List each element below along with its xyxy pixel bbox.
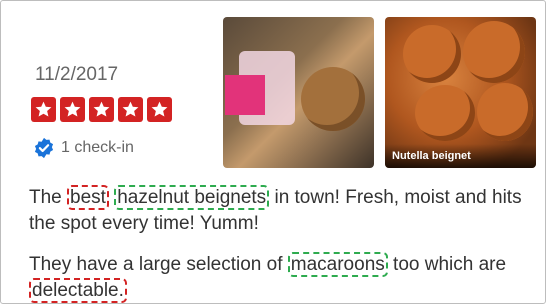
review-card: 11/2/2017 1 check-in Nutella beignet The… bbox=[0, 0, 546, 304]
macaroon-image bbox=[301, 67, 365, 131]
star-icon bbox=[118, 97, 143, 122]
bag-label-image bbox=[225, 75, 265, 115]
text-span: too which are bbox=[387, 254, 507, 275]
checkin-count: 1 check-in bbox=[61, 139, 134, 156]
review-paragraph: The best hazelnut beignets in town! Fres… bbox=[29, 185, 548, 237]
star-rating bbox=[31, 97, 172, 122]
star-icon bbox=[89, 97, 114, 122]
star-icon bbox=[147, 97, 172, 122]
highlight-red: delectable. bbox=[29, 278, 127, 303]
review-paragraph: They have a large selection of macaroons… bbox=[29, 252, 548, 304]
text-span: They have a large selection of bbox=[29, 254, 288, 275]
highlight-green: macaroons bbox=[287, 252, 388, 277]
review-photo[interactable]: Nutella beignet bbox=[385, 17, 536, 168]
beignet-image bbox=[477, 83, 533, 141]
review-date: 11/2/2017 bbox=[35, 64, 119, 85]
checkin-badge-icon bbox=[34, 137, 54, 159]
star-icon bbox=[31, 97, 56, 122]
text-span: The bbox=[29, 187, 68, 208]
highlight-green: hazelnut beignets bbox=[114, 185, 270, 210]
highlight-red: best bbox=[67, 185, 109, 210]
photo-caption: Nutella beignet bbox=[385, 144, 536, 168]
beignet-image bbox=[463, 21, 525, 83]
review-photo[interactable] bbox=[223, 17, 374, 168]
beignet-image bbox=[415, 85, 475, 141]
checkin-info: 1 check-in bbox=[33, 137, 134, 159]
star-icon bbox=[60, 97, 85, 122]
beignet-image bbox=[403, 25, 461, 83]
